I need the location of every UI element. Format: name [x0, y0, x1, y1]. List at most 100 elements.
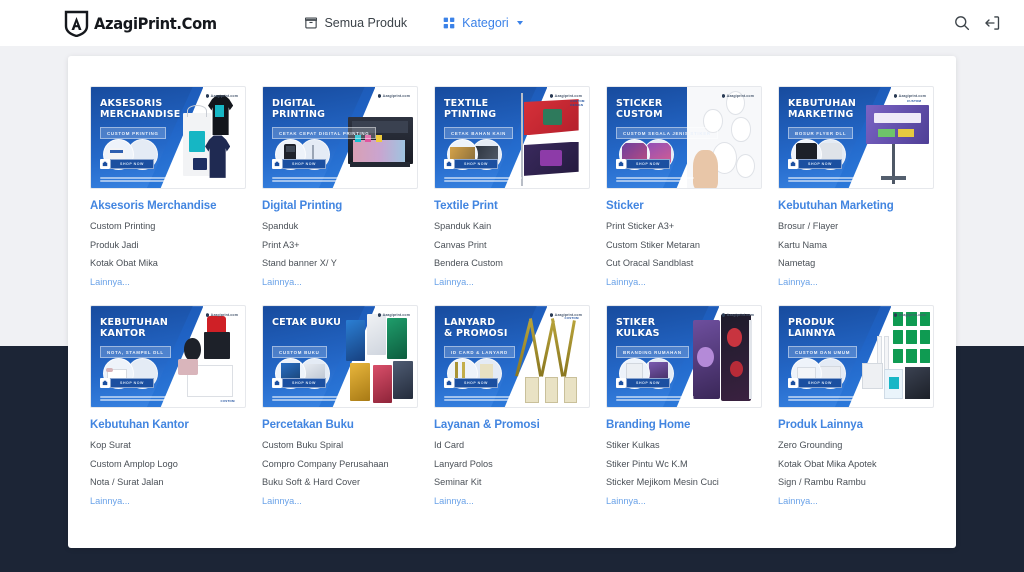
category-item-list: Zero Grounding Kotak Obat Mika Apotek Si…: [778, 441, 934, 506]
category-banner-textile-print[interactable]: CUSTOMDESIGN Azagiprint.com TEXTILEPTINT…: [434, 86, 590, 189]
category-more-link[interactable]: Lainnya...: [434, 497, 590, 506]
category-title-link[interactable]: Digital Printing: [262, 200, 418, 214]
banner-fineprint: [100, 396, 178, 402]
category-item[interactable]: Custom Buku Spiral: [262, 441, 418, 450]
category-item[interactable]: Custom Amplop Logo: [90, 460, 246, 469]
banner-subtitle: CUSTOM DAN UMUM: [788, 346, 857, 358]
category-banner-produk-lainnya[interactable]: Azagiprint.com PRODUKLAINNYA CUSTOM DAN …: [778, 305, 934, 408]
category-item[interactable]: Lanyard Polos: [434, 460, 590, 469]
banner-shop-button[interactable]: SHOP NOW: [616, 159, 670, 169]
category-more-link[interactable]: Lainnya...: [606, 278, 762, 287]
banner-shop-button[interactable]: SHOP NOW: [100, 159, 154, 169]
banner-subtitle: ID CARD & LANYARD: [444, 346, 515, 358]
banner-fineprint: [272, 177, 350, 183]
category-item[interactable]: Id Card: [434, 441, 590, 450]
category-item[interactable]: Nametag: [778, 259, 934, 268]
banner-shop-label: SHOP NOW: [626, 378, 670, 388]
banner-shop-button[interactable]: SHOP NOW: [272, 159, 326, 169]
category-item[interactable]: Brosur / Flayer: [778, 222, 934, 231]
category-more-link[interactable]: Lainnya...: [778, 278, 934, 287]
category-item[interactable]: Bendera Custom: [434, 259, 590, 268]
category-banner-aksesoris-merchandise[interactable]: Azagiprint.com AKSESORISMERCHANDISE CUST…: [90, 86, 246, 189]
category-more-link[interactable]: Lainnya...: [90, 497, 246, 506]
category-item[interactable]: Sign / Rambu Rambu: [778, 478, 934, 487]
banner-watermark: Azagiprint.com: [894, 94, 926, 98]
category-more-link[interactable]: Lainnya...: [778, 497, 934, 506]
search-icon[interactable]: [954, 15, 970, 31]
category-title-link[interactable]: Textile Print: [434, 200, 590, 214]
category-banner-percetakan-buku[interactable]: Azagiprint.com CETAK BUKU CUSTOM BUKU: [262, 305, 418, 408]
category-item[interactable]: Stiker Pintu Wc K.M: [606, 460, 762, 469]
category-item[interactable]: Kop Surat: [90, 441, 246, 450]
banner-title: STIKERKULKAS: [616, 317, 660, 339]
nav-item-label: Kategori: [462, 16, 509, 30]
category-item[interactable]: Kotak Obat Mika: [90, 259, 246, 268]
category-title-link[interactable]: Aksesoris Merchandise: [90, 200, 246, 214]
banner-shop-button[interactable]: SHOP NOW: [100, 378, 154, 388]
nav-item-semua-produk[interactable]: Semua Produk: [305, 16, 407, 30]
category-banner-kebutuhan-marketing[interactable]: CUSTOM Azagiprint.com KEBUTUHANMARKETING…: [778, 86, 934, 189]
category-item[interactable]: Seminar Kit: [434, 478, 590, 487]
category-more-link[interactable]: Lainnya...: [434, 278, 590, 287]
category-item[interactable]: Stand banner X/ Y: [262, 259, 418, 268]
main-nav: Semua Produk Kategori: [305, 16, 522, 30]
category-item[interactable]: Sticker Mejikom Mesin Cuci: [606, 478, 762, 487]
category-title-link[interactable]: Kebutuhan Marketing: [778, 200, 934, 214]
banner-subtitle: BRANDING RUMAHAN: [616, 346, 689, 358]
banner-title: KEBUTUHANKANTOR: [100, 317, 168, 339]
category-item[interactable]: Kotak Obat Mika Apotek: [778, 460, 934, 469]
category-title-link[interactable]: Percetakan Buku: [262, 419, 418, 433]
category-item[interactable]: Spanduk: [262, 222, 418, 231]
category-more-link[interactable]: Lainnya...: [262, 278, 418, 287]
category-item[interactable]: Stiker Kulkas: [606, 441, 762, 450]
banner-shop-button[interactable]: SHOP NOW: [272, 378, 326, 388]
banner-shop-button[interactable]: SHOP NOW: [788, 159, 842, 169]
category-banner-layanan-promosi[interactable]: CUSTOM Azagiprint.com LANYARD& PROMOSI I…: [434, 305, 590, 408]
category-title-link[interactable]: Sticker: [606, 200, 762, 214]
category-item[interactable]: Zero Grounding: [778, 441, 934, 450]
login-icon[interactable]: [984, 15, 1000, 31]
category-more-link[interactable]: Lainnya...: [262, 497, 418, 506]
category-item[interactable]: Kartu Nama: [778, 241, 934, 250]
category-item[interactable]: Buku Soft & Hard Cover: [262, 478, 418, 487]
category-banner-sticker[interactable]: Azagiprint.com STICKERCUSTOM CUSTOM SEGA…: [606, 86, 762, 189]
category-title-link[interactable]: Layanan & Promosi: [434, 419, 590, 433]
grid-box-icon: [305, 17, 317, 29]
category-banner-kebutuhan-kantor[interactable]: CUSTOM Azagiprint.com KEBUTUHANKANTOR NO…: [90, 305, 246, 408]
banner-shop-button[interactable]: SHOP NOW: [444, 378, 498, 388]
category-panel: Azagiprint.com AKSESORISMERCHANDISE CUST…: [68, 56, 956, 548]
category-title-link[interactable]: Kebutuhan Kantor: [90, 419, 246, 433]
category-item[interactable]: Canvas Print: [434, 241, 590, 250]
category-title-link[interactable]: Produk Lainnya: [778, 419, 934, 433]
banner-shop-button[interactable]: SHOP NOW: [788, 378, 842, 388]
category-grid-row-2: CUSTOM Azagiprint.com KEBUTUHANKANTOR NO…: [82, 305, 942, 506]
category-item[interactable]: Print A3+: [262, 241, 418, 250]
banner-shop-button[interactable]: SHOP NOW: [616, 378, 670, 388]
brand-name: AzagiPrint.Com: [94, 14, 217, 33]
category-banner-digital-printing[interactable]: Azagiprint.com DIGITALPRINTING CETAK CEP…: [262, 86, 418, 189]
brand-logo[interactable]: AzagiPrint.Com: [64, 10, 227, 37]
category-item[interactable]: Produk Jadi: [90, 241, 246, 250]
category-more-link[interactable]: Lainnya...: [606, 497, 762, 506]
category-item[interactable]: Nota / Surat Jalan: [90, 478, 246, 487]
category-item-list: Custom Printing Produk Jadi Kotak Obat M…: [90, 222, 246, 287]
category-item[interactable]: Custom Stiker Metaran: [606, 241, 762, 250]
banner-shop-button[interactable]: SHOP NOW: [444, 159, 498, 169]
category-item[interactable]: Custom Printing: [90, 222, 246, 231]
banner-fineprint: [444, 396, 522, 402]
category-more-link[interactable]: Lainnya...: [90, 278, 246, 287]
category-item[interactable]: Cut Oracal Sandblast: [606, 259, 762, 268]
banner-subtitle: CUSTOM PRINTING: [100, 127, 166, 139]
category-banner-branding-home[interactable]: Azagiprint.com STIKERKULKAS BRANDING RUM…: [606, 305, 762, 408]
banner-title: CETAK BUKU: [272, 317, 341, 328]
category-title-link[interactable]: Branding Home: [606, 419, 762, 433]
nav-item-kategori[interactable]: Kategori: [443, 16, 523, 30]
category-item[interactable]: Print Sticker A3+: [606, 222, 762, 231]
category-item[interactable]: Compro Company Perusahaan: [262, 460, 418, 469]
category-item-list: Id Card Lanyard Polos Seminar Kit Lainny…: [434, 441, 590, 506]
banner-watermark: Azagiprint.com: [378, 94, 410, 98]
category-item-list: Print Sticker A3+ Custom Stiker Metaran …: [606, 222, 762, 287]
banner-fineprint: [616, 396, 694, 402]
category-item[interactable]: Spanduk Kain: [434, 222, 590, 231]
banner-fineprint: [616, 177, 694, 183]
